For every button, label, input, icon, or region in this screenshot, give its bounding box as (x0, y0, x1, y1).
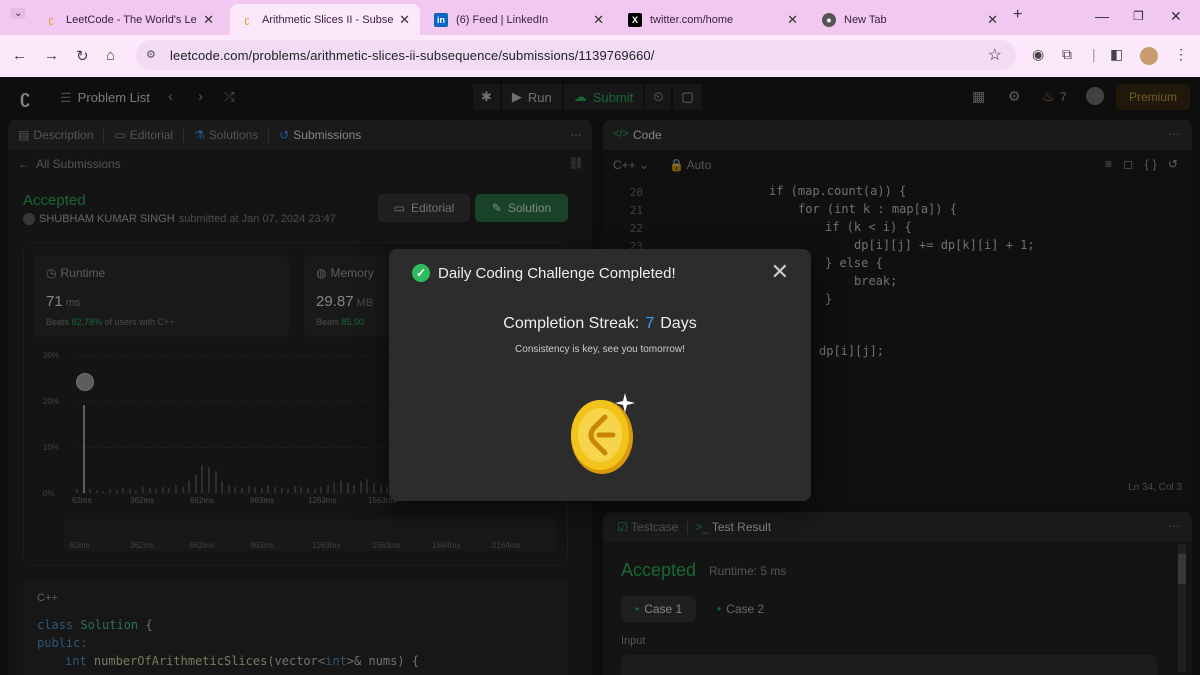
tab-title: (6) Feed | LinkedIn (456, 13, 549, 26)
chrome-icon: ● (822, 12, 836, 27)
tab-title: New Tab (844, 13, 887, 26)
tab-search-icon[interactable]: ⌄ (10, 8, 27, 19)
restore-icon[interactable]: ❐ (1133, 9, 1144, 23)
new-tab-button[interactable]: + (1013, 6, 1022, 24)
streak-label: Completion Streak: (503, 315, 640, 332)
tab-twitter[interactable]: X twitter.com/home ✕ (618, 4, 808, 35)
tab-arithmetic-slices[interactable]: ʗ Arithmetic Slices II - Subseque ✕ (230, 4, 420, 35)
profile-avatar[interactable] (1140, 47, 1158, 65)
toolbar-divider: | (1092, 46, 1096, 62)
url-text: leetcode.com/problems/arithmetic-slices-… (170, 48, 655, 63)
address-bar[interactable]: ⚙ leetcode.com/problems/arithmetic-slice… (136, 40, 1016, 70)
side-panel-icon[interactable]: ◧ (1110, 46, 1123, 63)
tab-new-tab[interactable]: ● New Tab ✕ (812, 4, 1008, 35)
modal-title: Daily Coding Challenge Completed! (438, 265, 676, 282)
screenshot-icon[interactable]: ◉ (1032, 46, 1044, 63)
forward-icon[interactable]: → (44, 47, 59, 64)
tab-linkedin[interactable]: in (6) Feed | LinkedIn ✕ (424, 4, 614, 35)
site-info-icon[interactable]: ⚙ (146, 48, 156, 61)
tab-leetcode-home[interactable]: ʗ LeetCode - The World's Lead ✕ (34, 4, 224, 35)
close-icon[interactable]: ✕ (771, 259, 789, 285)
close-icon[interactable]: ✕ (593, 12, 604, 28)
streak-number: 7 (645, 315, 655, 332)
browser-menu-icon[interactable]: ⋮ (1174, 46, 1188, 63)
x-icon: X (628, 12, 642, 27)
browser-tabbar: ⌄ ʗ LeetCode - The World's Lead ✕ ʗ Arit… (0, 0, 1200, 35)
tab-title: twitter.com/home (650, 13, 734, 26)
tab-title: LeetCode - The World's Lead (66, 13, 198, 26)
minimize-icon[interactable]: — (1095, 8, 1109, 24)
close-icon[interactable]: ✕ (203, 12, 214, 28)
daily-challenge-modal: ✓ Daily Coding Challenge Completed! ✕ Co… (389, 249, 811, 501)
modal-subtitle: Consistency is key, see you tomorrow! (515, 344, 685, 355)
coin-icon (571, 393, 635, 474)
close-icon[interactable]: ✕ (399, 12, 410, 28)
leetcode-icon: ʗ (244, 14, 250, 25)
close-icon[interactable]: ✕ (987, 12, 998, 28)
back-icon[interactable]: ← (12, 47, 27, 64)
extensions-icon[interactable]: ⧉ (1062, 46, 1072, 63)
close-icon[interactable]: ✕ (787, 12, 798, 28)
check-circle-icon: ✓ (412, 264, 430, 282)
reload-icon[interactable]: ↻ (76, 47, 89, 65)
tab-title: Arithmetic Slices II - Subseque (262, 13, 394, 26)
bookmark-star-icon[interactable]: ☆ (988, 45, 1002, 65)
leetcode-icon: ʗ (48, 14, 54, 25)
streak-unit: Days (660, 315, 697, 332)
home-icon[interactable]: ⌂ (106, 47, 115, 64)
window-close-icon[interactable]: ✕ (1170, 8, 1182, 25)
completion-streak: Completion Streak: 7 Days (389, 315, 811, 333)
linkedin-icon: in (434, 12, 448, 27)
browser-toolbar: ← → ↻ ⌂ ⚙ leetcode.com/problems/arithmet… (0, 35, 1200, 77)
